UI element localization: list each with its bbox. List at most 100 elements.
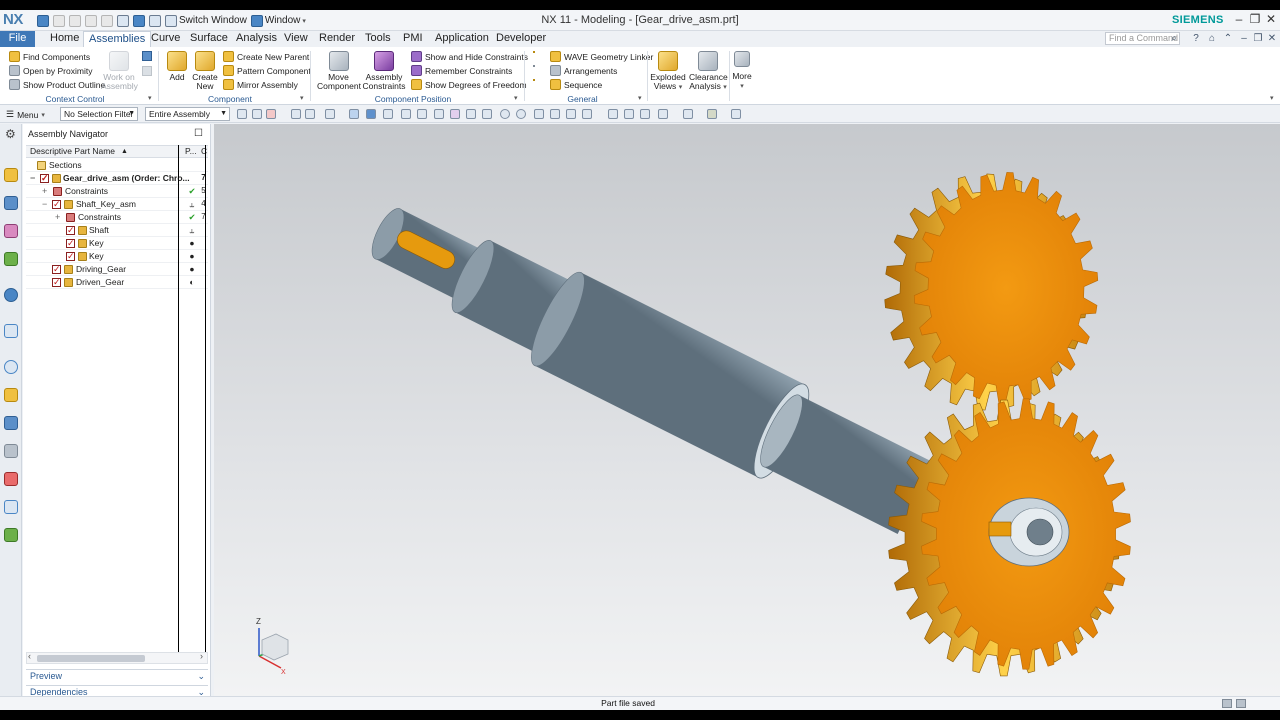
- history-icon[interactable]: [4, 360, 18, 374]
- pattern-component-button[interactable]: Pattern Component: [223, 64, 311, 77]
- rectangle-select-icon[interactable]: [325, 109, 335, 119]
- view-triad[interactable]: Z X: [256, 617, 289, 676]
- context-option-2-icon[interactable]: [142, 66, 152, 76]
- wave-geometry-linker-button[interactable]: WAVE Geometry Linker: [550, 50, 653, 63]
- checkbox-icon[interactable]: [40, 172, 49, 184]
- preview-panel-header[interactable]: Preview ⌄: [26, 669, 208, 683]
- tab-home[interactable]: Home: [45, 31, 84, 47]
- select-face-icon[interactable]: [349, 109, 359, 119]
- snap-bounded-icon[interactable]: [582, 109, 592, 119]
- horizontal-scrollbar[interactable]: ‹ ›: [26, 651, 208, 664]
- collapse-icon[interactable]: −: [30, 172, 35, 184]
- collapse-ribbon-icon[interactable]: ⌃: [1222, 33, 1234, 44]
- expand-icon[interactable]: +: [55, 211, 60, 223]
- tree-row-sections[interactable]: Sections: [26, 159, 208, 172]
- tree-row-key[interactable]: Key ●: [26, 237, 208, 250]
- snap-endpoint-icon[interactable]: [450, 109, 460, 119]
- tab-pmi[interactable]: PMI: [398, 31, 428, 47]
- minimize-button[interactable]: –: [1232, 12, 1246, 26]
- checkbox-icon[interactable]: [66, 237, 75, 249]
- tab-curve[interactable]: Curve: [146, 31, 185, 47]
- expand-icon[interactable]: +: [42, 185, 47, 197]
- tab-assemblies[interactable]: Assemblies: [83, 31, 152, 47]
- restore-doc-icon[interactable]: ❐: [1252, 33, 1264, 44]
- selection-scope-dropdown[interactable]: Entire Assembly ▼: [145, 107, 230, 121]
- find-components-button[interactable]: Find Components: [9, 50, 90, 63]
- manufacturing-wizards-icon[interactable]: [4, 444, 18, 458]
- create-new-parent-button[interactable]: Create New Parent: [223, 50, 309, 63]
- ribbon-options-icon[interactable]: ▾: [1270, 94, 1274, 102]
- shaft[interactable]: [355, 183, 939, 545]
- show-hide-constraints-button[interactable]: Show and Hide Constraints: [411, 50, 528, 63]
- column-header-name[interactable]: Descriptive Part Name: [30, 146, 115, 157]
- constraint-navigator-icon[interactable]: [4, 196, 18, 210]
- column-divider[interactable]: [178, 145, 179, 657]
- chevron-down-icon[interactable]: ▾: [514, 94, 518, 102]
- select-component-icon[interactable]: [383, 109, 393, 119]
- key[interactable]: [988, 521, 1012, 537]
- tab-application[interactable]: Application: [430, 31, 494, 47]
- snap-intersection-icon[interactable]: [566, 109, 576, 119]
- restore-button[interactable]: ❐: [1248, 12, 1262, 26]
- selection-filter-dropdown[interactable]: No Selection Filter ▼: [60, 107, 138, 121]
- more-button[interactable]: More ▾: [731, 51, 753, 91]
- status-tool-icon[interactable]: [1222, 699, 1232, 708]
- tab-render[interactable]: Render: [314, 31, 360, 47]
- select-body-icon[interactable]: [366, 109, 376, 119]
- open-by-proximity-button[interactable]: Open by Proximity: [9, 64, 92, 77]
- work-layer-icon[interactable]: [731, 109, 741, 119]
- scrollbar-thumb[interactable]: [37, 655, 145, 662]
- system-materials-icon[interactable]: [4, 388, 18, 402]
- exploded-views-button[interactable]: Exploded Views ▾: [650, 51, 686, 92]
- checkbox-icon[interactable]: [52, 198, 61, 210]
- scroll-right-icon[interactable]: ›: [200, 651, 203, 661]
- tab-tools[interactable]: Tools: [360, 31, 396, 47]
- maximize-panel-icon[interactable]: ☐: [194, 128, 203, 139]
- home-icon[interactable]: ⌂: [1206, 33, 1218, 44]
- show-degrees-of-freedom-button[interactable]: Show Degrees of Freedom: [411, 78, 527, 91]
- reuse-library-icon[interactable]: [4, 252, 18, 266]
- help-icon[interactable]: ?: [1190, 33, 1202, 44]
- sequence-button[interactable]: Sequence: [550, 78, 602, 91]
- minimize-doc-icon[interactable]: –: [1238, 33, 1250, 44]
- curve-rule-2-icon[interactable]: [417, 109, 427, 119]
- gear-icon[interactable]: ⚙: [5, 127, 16, 141]
- checkbox-icon[interactable]: [66, 250, 75, 262]
- tree-row-driving-gear[interactable]: Driving_Gear ●: [26, 263, 208, 276]
- snap-control-icon[interactable]: [482, 109, 492, 119]
- shaft-bore[interactable]: [1026, 518, 1054, 546]
- background-icon[interactable]: [707, 109, 717, 119]
- show-product-outline-button[interactable]: Show Product Outline: [9, 78, 105, 91]
- tree-row-constraints[interactable]: + Constraints ✔ 7: [26, 211, 208, 224]
- tree-row-driven-gear[interactable]: Driven_Gear ◐: [26, 276, 208, 289]
- menu-button[interactable]: ☰ Menu ▾: [6, 108, 45, 121]
- select-tool-icon[interactable]: [291, 109, 301, 119]
- chevron-down-icon[interactable]: ▾: [638, 94, 642, 102]
- part-navigator-icon[interactable]: [4, 224, 18, 238]
- render-style-icon[interactable]: [658, 109, 668, 119]
- general-tool-icon[interactable]: [533, 51, 535, 53]
- tab-developer[interactable]: Developer: [491, 31, 551, 47]
- column-header-p[interactable]: P...: [185, 146, 197, 157]
- arrangements-button[interactable]: Arrangements: [550, 64, 617, 77]
- checkbox-icon[interactable]: [52, 263, 61, 275]
- tree-row-key[interactable]: Key ●: [26, 250, 208, 263]
- close-doc-icon[interactable]: ✕: [1266, 33, 1278, 44]
- remember-constraints-button[interactable]: Remember Constraints: [411, 64, 512, 77]
- print-icon[interactable]: [4, 528, 18, 542]
- clearance-analysis-button[interactable]: Clearance Analysis ▾: [689, 51, 728, 92]
- tab-file[interactable]: File: [0, 31, 35, 47]
- tab-view[interactable]: View: [279, 31, 313, 47]
- tree-row-gear-drive-asm[interactable]: − Gear_drive_asm (Order: Chro... 7: [26, 172, 208, 185]
- tree-row-shaft[interactable]: Shaft ⥿: [26, 224, 208, 237]
- filter-tool-icon[interactable]: [266, 109, 276, 119]
- graphics-window[interactable]: Z X: [214, 124, 1280, 696]
- work-on-assembly-button[interactable]: Work on Assembly: [101, 51, 138, 91]
- tree-row-shaft-key-asm[interactable]: − Shaft_Key_asm ⥿ 4: [26, 198, 208, 211]
- context-option-icon[interactable]: [142, 51, 152, 61]
- roles-icon[interactable]: [4, 472, 18, 486]
- web-browser-icon[interactable]: [4, 324, 18, 338]
- general-tool-2-icon[interactable]: [533, 65, 535, 67]
- snap-tool-icon[interactable]: [237, 109, 247, 119]
- assembly-constraints-button[interactable]: Assembly Constraints: [362, 51, 406, 91]
